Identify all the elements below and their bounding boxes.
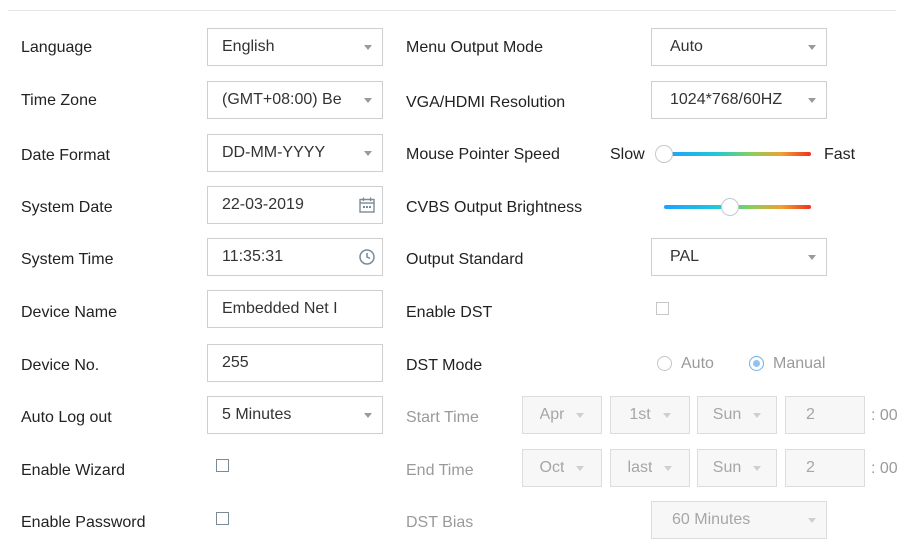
mouse-pointer-speed-knob[interactable] bbox=[655, 145, 673, 163]
calendar-icon[interactable] bbox=[352, 196, 382, 214]
system-date-value: 22-03-2019 bbox=[222, 196, 304, 213]
auto-logout-value: 5 Minutes bbox=[222, 406, 292, 423]
enable-wizard-label: Enable Wizard bbox=[21, 462, 126, 479]
dst-mode-auto-radio[interactable] bbox=[657, 356, 672, 371]
menu-output-mode-value: Auto bbox=[670, 38, 703, 55]
device-name-label: Device Name bbox=[21, 304, 118, 321]
chevron-down-icon bbox=[753, 412, 762, 418]
time-zone-select[interactable]: (GMT+08:00) Be bbox=[207, 81, 383, 119]
panel-top-border bbox=[8, 10, 896, 11]
device-no-input[interactable]: 255 bbox=[207, 344, 383, 382]
cvbs-brightness-knob[interactable] bbox=[721, 198, 740, 216]
slider-max-label: Fast bbox=[824, 146, 856, 163]
system-time-input[interactable]: 11:35:31 bbox=[207, 238, 383, 276]
start-time-week-select[interactable]: 1st bbox=[610, 396, 690, 434]
language-select[interactable]: English bbox=[207, 28, 383, 66]
dst-mode-auto-label: Auto bbox=[681, 355, 714, 372]
time-zone-value: (GMT+08:00) Be bbox=[222, 91, 342, 108]
end-time-month-value: Oct bbox=[539, 459, 565, 476]
chevron-down-icon bbox=[808, 97, 816, 103]
menu-output-mode-label: Menu Output Mode bbox=[406, 39, 543, 56]
end-time-minute-suffix: : 00 bbox=[871, 460, 898, 477]
chevron-down-icon bbox=[808, 517, 816, 523]
auto-logout-select[interactable]: 5 Minutes bbox=[207, 396, 383, 434]
start-time-month-select[interactable]: Apr bbox=[522, 396, 602, 434]
end-time-day-value: Sun bbox=[712, 459, 742, 476]
chevron-down-icon bbox=[364, 412, 372, 418]
chevron-down-icon bbox=[808, 254, 816, 260]
dst-bias-value: 60 Minutes bbox=[672, 511, 751, 528]
enable-wizard-checkbox[interactable] bbox=[216, 459, 229, 472]
start-time-week-value: 1st bbox=[629, 406, 651, 423]
system-time-value: 11:35:31 bbox=[222, 248, 284, 265]
mouse-pointer-speed-label: Mouse Pointer Speed bbox=[406, 146, 560, 163]
dst-bias-label: DST Bias bbox=[406, 514, 474, 531]
chevron-down-icon bbox=[664, 465, 673, 471]
system-date-input[interactable]: 22-03-2019 bbox=[207, 186, 383, 224]
output-standard-label: Output Standard bbox=[406, 251, 524, 268]
menu-output-mode-select[interactable]: Auto bbox=[651, 28, 827, 66]
enable-password-checkbox[interactable] bbox=[216, 512, 229, 525]
end-time-hour-input[interactable]: 2 bbox=[785, 449, 865, 487]
chevron-down-icon bbox=[576, 412, 585, 418]
vga-hdmi-resolution-label: VGA/HDMI Resolution bbox=[406, 94, 566, 111]
output-standard-select[interactable]: PAL bbox=[651, 238, 827, 276]
enable-dst-label: Enable DST bbox=[406, 304, 493, 321]
start-time-hour-input[interactable]: 2 bbox=[785, 396, 865, 434]
dst-bias-select[interactable]: 60 Minutes bbox=[651, 501, 827, 539]
language-label: Language bbox=[21, 39, 93, 56]
output-standard-value: PAL bbox=[670, 248, 700, 265]
end-time-week-value: last bbox=[627, 459, 653, 476]
device-name-input[interactable]: Embedded Net I bbox=[207, 290, 383, 328]
dst-mode-manual-radio[interactable] bbox=[749, 356, 764, 371]
chevron-down-icon bbox=[364, 44, 372, 50]
date-format-select[interactable]: DD-MM-YYYY bbox=[207, 134, 383, 172]
device-name-value: Embedded Net I bbox=[222, 300, 338, 317]
start-time-minute-suffix: : 00 bbox=[871, 407, 898, 424]
time-zone-label: Time Zone bbox=[21, 92, 97, 109]
chevron-down-icon bbox=[662, 412, 671, 418]
start-time-month-value: Apr bbox=[539, 406, 565, 423]
language-value: English bbox=[222, 38, 275, 55]
vga-hdmi-resolution-select[interactable]: 1024*768/60HZ bbox=[651, 81, 827, 119]
start-time-day-value: Sun bbox=[712, 406, 742, 423]
vga-hdmi-resolution-value: 1024*768/60HZ bbox=[670, 91, 783, 108]
end-time-week-select[interactable]: last bbox=[610, 449, 690, 487]
clock-icon[interactable] bbox=[352, 248, 382, 266]
system-date-label: System Date bbox=[21, 199, 113, 216]
device-no-label: Device No. bbox=[21, 357, 100, 374]
date-format-label: Date Format bbox=[21, 147, 110, 164]
slider-min-label: Slow bbox=[610, 146, 645, 163]
chevron-down-icon bbox=[364, 150, 372, 156]
date-format-value: DD-MM-YYYY bbox=[222, 144, 326, 161]
cvbs-output-brightness-label: CVBS Output Brightness bbox=[406, 199, 583, 216]
mouse-pointer-speed-track[interactable] bbox=[664, 152, 811, 156]
start-time-day-select[interactable]: Sun bbox=[697, 396, 777, 434]
enable-password-label: Enable Password bbox=[21, 514, 146, 531]
dst-mode-manual-label: Manual bbox=[773, 355, 826, 372]
system-time-label: System Time bbox=[21, 251, 114, 268]
start-time-hour-value: 2 bbox=[806, 406, 815, 423]
start-time-label: Start Time bbox=[406, 409, 479, 426]
auto-logout-label: Auto Log out bbox=[21, 409, 112, 426]
chevron-down-icon bbox=[753, 465, 762, 471]
enable-dst-checkbox[interactable] bbox=[656, 302, 669, 315]
end-time-day-select[interactable]: Sun bbox=[697, 449, 777, 487]
chevron-down-icon bbox=[808, 44, 816, 50]
end-time-hour-value: 2 bbox=[806, 459, 815, 476]
chevron-down-icon bbox=[364, 97, 372, 103]
device-no-value: 255 bbox=[222, 354, 249, 371]
chevron-down-icon bbox=[576, 465, 585, 471]
dst-mode-label: DST Mode bbox=[406, 357, 483, 374]
end-time-label: End Time bbox=[406, 462, 474, 479]
end-time-month-select[interactable]: Oct bbox=[522, 449, 602, 487]
